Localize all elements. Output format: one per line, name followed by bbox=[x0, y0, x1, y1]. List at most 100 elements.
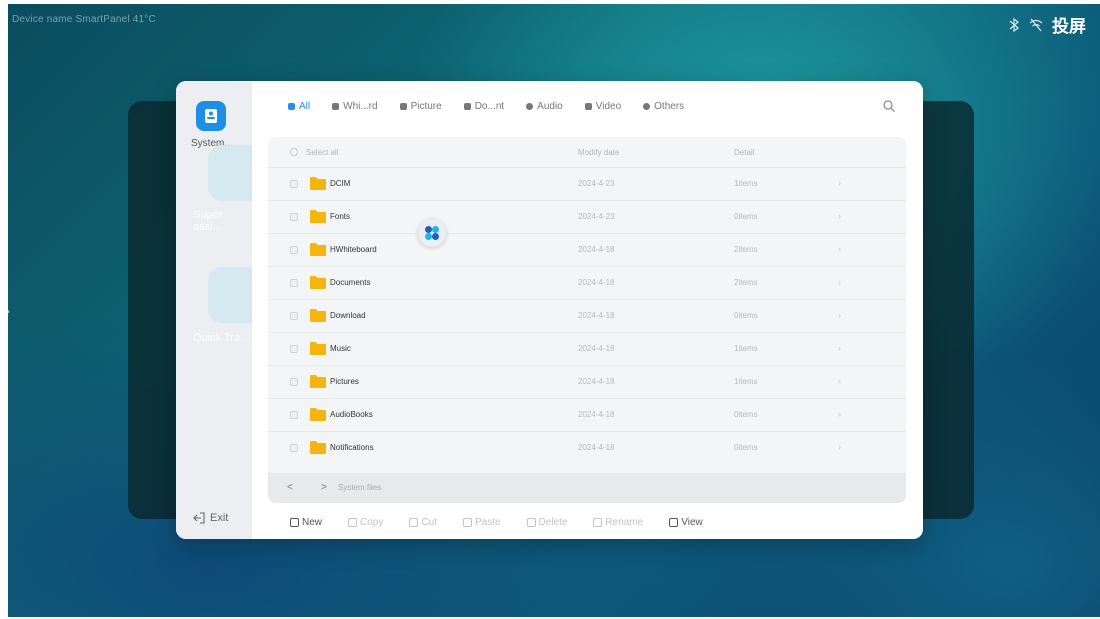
tab-label: Whi...rd bbox=[343, 101, 378, 112]
floating-assistant-button[interactable] bbox=[418, 219, 446, 247]
delete-icon bbox=[526, 518, 536, 527]
table-row[interactable]: DCIM 2024-4-23 1items › bbox=[268, 167, 906, 200]
file-detail: 0items bbox=[734, 212, 758, 221]
file-name: DCIM bbox=[330, 179, 351, 188]
row-checkbox[interactable] bbox=[290, 279, 298, 287]
row-checkbox[interactable] bbox=[290, 411, 298, 419]
breadcrumb[interactable]: System files bbox=[338, 483, 381, 492]
file-date: 2024-4-23 bbox=[578, 179, 615, 188]
view-button[interactable]: View bbox=[669, 517, 703, 528]
table-row[interactable]: Notifications 2024-4-18 0items › bbox=[268, 431, 906, 464]
audio-icon bbox=[526, 103, 534, 110]
column-header-date: Modify date bbox=[578, 148, 620, 157]
file-date: 2024-4-18 bbox=[578, 344, 615, 353]
paste-icon bbox=[462, 518, 472, 527]
edge-arrow-icon[interactable]: › bbox=[8, 304, 16, 318]
document-icon bbox=[463, 103, 471, 110]
select-all-checkbox[interactable] bbox=[290, 148, 298, 156]
tab-audio[interactable]: Audio bbox=[526, 101, 563, 112]
table-row[interactable]: HWhiteboard 2024-4-18 2items › bbox=[268, 233, 906, 266]
file-name: AudioBooks bbox=[330, 410, 373, 419]
select-all-label: Select all bbox=[306, 148, 339, 157]
folder-icon bbox=[310, 408, 326, 421]
delete-button[interactable]: Delete bbox=[526, 517, 567, 528]
ghost-app-label: Quick Tra... bbox=[193, 332, 250, 344]
cut-button[interactable]: Cut bbox=[409, 517, 437, 528]
file-date: 2024-4-18 bbox=[578, 245, 615, 254]
file-date: 2024-4-23 bbox=[578, 212, 615, 221]
folder-icon bbox=[310, 342, 326, 355]
file-name: Pictures bbox=[330, 377, 359, 386]
tab-label: All bbox=[299, 101, 311, 112]
file-list-panel: Select all Modify date Detail DCIM 2024-… bbox=[268, 137, 906, 503]
chevron-right-icon: › bbox=[838, 343, 841, 353]
tab-label: Do...nt bbox=[474, 101, 505, 112]
file-name: Notifications bbox=[330, 443, 374, 452]
file-name: Fonts bbox=[330, 212, 351, 221]
row-checkbox[interactable] bbox=[290, 213, 298, 221]
row-checkbox[interactable] bbox=[290, 180, 298, 188]
row-checkbox[interactable] bbox=[290, 345, 298, 353]
device-status-text: Device name SmartPanel 41°C bbox=[12, 14, 156, 25]
folder-icon bbox=[310, 375, 326, 388]
table-row[interactable]: Download 2024-4-18 0items › bbox=[268, 299, 906, 332]
tab-others[interactable]: Others bbox=[643, 101, 684, 112]
tab-whiteboard[interactable]: Whi...rd bbox=[332, 101, 378, 112]
file-name: Documents bbox=[330, 278, 371, 287]
view-label: View bbox=[681, 517, 703, 528]
system-drive-button[interactable] bbox=[196, 101, 226, 131]
file-list-header: Select all Modify date Detail bbox=[268, 137, 906, 167]
table-row[interactable]: Fonts 2024-4-23 0items › bbox=[268, 200, 906, 233]
file-name: HWhiteboard bbox=[330, 245, 377, 254]
rename-label: Rename bbox=[605, 517, 644, 528]
paste-label: Paste bbox=[474, 517, 501, 528]
chevron-right-icon: › bbox=[838, 442, 841, 452]
new-button[interactable]: New bbox=[290, 517, 322, 528]
row-checkbox[interactable] bbox=[290, 312, 298, 320]
drive-icon bbox=[205, 109, 217, 123]
file-date: 2024-4-18 bbox=[578, 443, 615, 452]
cut-label: Cut bbox=[421, 517, 437, 528]
row-checkbox[interactable] bbox=[290, 246, 298, 254]
folder-icon bbox=[310, 177, 326, 190]
main-pane: All Whi...rd Picture Do...nt Audio Video… bbox=[252, 81, 923, 539]
file-date: 2024-4-18 bbox=[578, 311, 615, 320]
file-date: 2024-4-18 bbox=[578, 377, 615, 386]
tab-all[interactable]: All bbox=[288, 101, 310, 112]
row-checkbox[interactable] bbox=[290, 378, 298, 386]
wifi-off-icon[interactable] bbox=[1028, 17, 1044, 33]
screen-cast-label[interactable]: 投屏 bbox=[1052, 12, 1086, 37]
paste-button[interactable]: Paste bbox=[462, 517, 501, 528]
chevron-right-icon: › bbox=[838, 178, 841, 188]
chevron-right-icon: › bbox=[838, 409, 841, 419]
exit-button[interactable]: Exit bbox=[193, 512, 228, 524]
rename-button[interactable]: Rename bbox=[593, 517, 643, 528]
table-row[interactable]: Pictures 2024-4-18 1items › bbox=[268, 365, 906, 398]
folder-icon bbox=[310, 210, 326, 223]
file-detail: 0items bbox=[734, 311, 758, 320]
table-row[interactable]: Music 2024-4-18 1items › bbox=[268, 332, 906, 365]
tab-label: Audio bbox=[537, 101, 563, 112]
pinwheel-icon bbox=[425, 226, 439, 240]
file-name: Music bbox=[330, 344, 351, 353]
file-detail: 0items bbox=[734, 410, 758, 419]
tab-document[interactable]: Do...nt bbox=[463, 101, 505, 112]
search-icon[interactable] bbox=[882, 99, 896, 113]
bluetooth-icon[interactable] bbox=[1008, 17, 1020, 33]
exit-icon bbox=[193, 512, 205, 524]
table-row[interactable]: AudioBooks 2024-4-18 0items › bbox=[268, 398, 906, 431]
tab-label: Video bbox=[595, 101, 622, 112]
copy-button[interactable]: Copy bbox=[348, 517, 383, 528]
column-header-detail: Detail bbox=[734, 148, 755, 157]
copy-label: Copy bbox=[360, 517, 384, 528]
back-button[interactable]: < bbox=[287, 482, 293, 493]
tab-video[interactable]: Video bbox=[584, 101, 622, 112]
chevron-right-icon: › bbox=[838, 277, 841, 287]
file-name: Download bbox=[330, 311, 366, 320]
tab-picture[interactable]: Picture bbox=[399, 101, 442, 112]
file-date: 2024-4-18 bbox=[578, 410, 615, 419]
all-icon bbox=[288, 103, 295, 110]
bottom-toolbar: New Copy Cut Paste Delete Rename View bbox=[290, 517, 729, 528]
table-row[interactable]: Documents 2024-4-18 2items › bbox=[268, 266, 906, 299]
row-checkbox[interactable] bbox=[290, 444, 298, 452]
